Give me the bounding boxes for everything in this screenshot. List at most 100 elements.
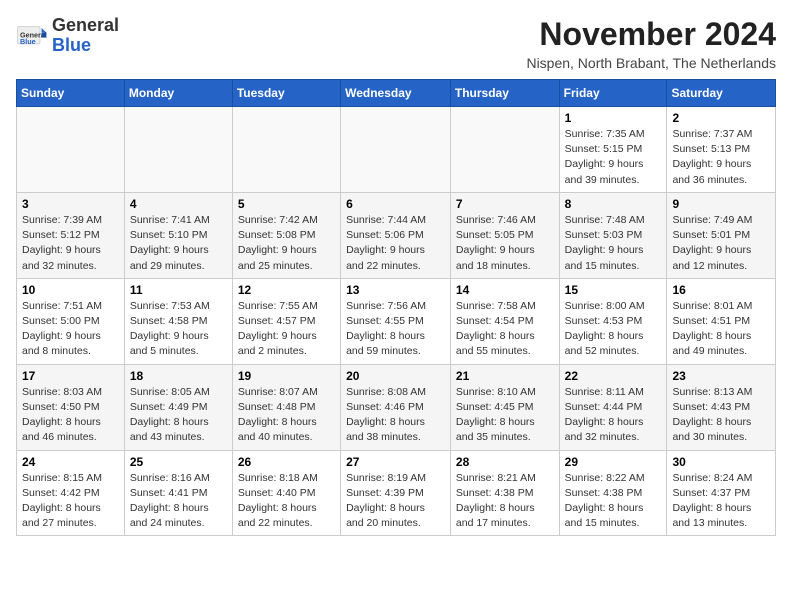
day-info: Sunrise: 7:56 AM Sunset: 4:55 PM Dayligh… — [346, 299, 445, 360]
day-info: Sunrise: 8:07 AM Sunset: 4:48 PM Dayligh… — [238, 385, 335, 446]
svg-text:Blue: Blue — [20, 37, 36, 46]
weekday-header-saturday: Saturday — [667, 80, 776, 107]
week-row-4: 17 Sunrise: 8:03 AM Sunset: 4:50 PM Dayli… — [17, 364, 776, 450]
calendar-cell: 15 Sunrise: 8:00 AM Sunset: 4:53 PM Dayli… — [559, 278, 667, 364]
day-number: 15 — [565, 283, 662, 297]
calendar-cell: 30 Sunrise: 8:24 AM Sunset: 4:37 PM Dayli… — [667, 450, 776, 536]
day-info: Sunrise: 7:55 AM Sunset: 4:57 PM Dayligh… — [238, 299, 335, 360]
day-number: 26 — [238, 455, 335, 469]
day-info: Sunrise: 7:49 AM Sunset: 5:01 PM Dayligh… — [672, 213, 770, 274]
day-number: 23 — [672, 369, 770, 383]
day-number: 1 — [565, 111, 662, 125]
day-number: 3 — [22, 197, 119, 211]
day-number: 24 — [22, 455, 119, 469]
location: Nispen, North Brabant, The Netherlands — [526, 55, 776, 71]
calendar-cell — [17, 107, 125, 193]
calendar-cell: 9 Sunrise: 7:49 AM Sunset: 5:01 PM Daylig… — [667, 192, 776, 278]
calendar-cell: 24 Sunrise: 8:15 AM Sunset: 4:42 PM Dayli… — [17, 450, 125, 536]
calendar-cell: 12 Sunrise: 7:55 AM Sunset: 4:57 PM Dayli… — [232, 278, 340, 364]
day-number: 22 — [565, 369, 662, 383]
day-number: 12 — [238, 283, 335, 297]
calendar-cell: 14Sunrise: 7:58 AM Sunset: 4:54 PM Dayli… — [450, 278, 559, 364]
day-number: 7 — [456, 197, 554, 211]
day-info: Sunrise: 7:42 AM Sunset: 5:08 PM Dayligh… — [238, 213, 335, 274]
calendar-cell: 28 Sunrise: 8:21 AM Sunset: 4:38 PM Dayli… — [450, 450, 559, 536]
logo-general-text: General — [52, 15, 119, 35]
day-info: Sunrise: 8:08 AM Sunset: 4:46 PM Dayligh… — [346, 385, 445, 446]
weekday-header-tuesday: Tuesday — [232, 80, 340, 107]
day-number: 10 — [22, 283, 119, 297]
day-info: Sunrise: 8:00 AM Sunset: 4:53 PM Dayligh… — [565, 299, 662, 360]
day-info: Sunrise: 7:41 AM Sunset: 5:10 PM Dayligh… — [130, 213, 227, 274]
calendar-cell — [450, 107, 559, 193]
day-number: 21 — [456, 369, 554, 383]
calendar-cell: 27 Sunrise: 8:19 AM Sunset: 4:39 PM Dayli… — [341, 450, 451, 536]
logo-text: General Blue — [52, 16, 119, 56]
day-number: 11 — [130, 283, 227, 297]
calendar-cell: 26Sunrise: 8:18 AM Sunset: 4:40 PM Dayli… — [232, 450, 340, 536]
day-info: Sunrise: 8:13 AM Sunset: 4:43 PM Dayligh… — [672, 385, 770, 446]
calendar-cell: 29 Sunrise: 8:22 AM Sunset: 4:38 PM Dayli… — [559, 450, 667, 536]
calendar-cell: 20 Sunrise: 8:08 AM Sunset: 4:46 PM Dayli… — [341, 364, 451, 450]
title-area: November 2024 Nispen, North Brabant, The… — [526, 16, 776, 71]
day-info: Sunrise: 8:03 AM Sunset: 4:50 PM Dayligh… — [22, 385, 119, 446]
calendar-cell: 18 Sunrise: 8:05 AM Sunset: 4:49 PM Dayli… — [124, 364, 232, 450]
day-number: 9 — [672, 197, 770, 211]
day-number: 28 — [456, 455, 554, 469]
day-info: Sunrise: 8:24 AM Sunset: 4:37 PM Dayligh… — [672, 471, 770, 532]
calendar-cell: 10 Sunrise: 7:51 AM Sunset: 5:00 PM Dayli… — [17, 278, 125, 364]
calendar-cell: 7Sunrise: 7:46 AM Sunset: 5:05 PM Daylig… — [450, 192, 559, 278]
calendar-cell — [341, 107, 451, 193]
day-info: Sunrise: 8:10 AM Sunset: 4:45 PM Dayligh… — [456, 385, 554, 446]
day-info: Sunrise: 7:51 AM Sunset: 5:00 PM Dayligh… — [22, 299, 119, 360]
calendar-cell — [124, 107, 232, 193]
day-number: 19 — [238, 369, 335, 383]
day-info: Sunrise: 8:21 AM Sunset: 4:38 PM Dayligh… — [456, 471, 554, 532]
day-info: Sunrise: 7:48 AM Sunset: 5:03 PM Dayligh… — [565, 213, 662, 274]
week-row-2: 3Sunrise: 7:39 AM Sunset: 5:12 PM Daylig… — [17, 192, 776, 278]
weekday-header-wednesday: Wednesday — [341, 80, 451, 107]
day-info: Sunrise: 7:58 AM Sunset: 4:54 PM Dayligh… — [456, 299, 554, 360]
day-number: 2 — [672, 111, 770, 125]
day-number: 13 — [346, 283, 445, 297]
day-info: Sunrise: 7:37 AM Sunset: 5:13 PM Dayligh… — [672, 127, 770, 188]
calendar-table: SundayMondayTuesdayWednesdayThursdayFrid… — [16, 79, 776, 536]
day-number: 30 — [672, 455, 770, 469]
week-row-1: 1 Sunrise: 7:35 AM Sunset: 5:15 PM Daylig… — [17, 107, 776, 193]
day-info: Sunrise: 8:15 AM Sunset: 4:42 PM Dayligh… — [22, 471, 119, 532]
day-number: 20 — [346, 369, 445, 383]
day-info: Sunrise: 7:44 AM Sunset: 5:06 PM Dayligh… — [346, 213, 445, 274]
day-info: Sunrise: 7:35 AM Sunset: 5:15 PM Dayligh… — [565, 127, 662, 188]
calendar-cell: 2 Sunrise: 7:37 AM Sunset: 5:13 PM Daylig… — [667, 107, 776, 193]
calendar-cell: 11 Sunrise: 7:53 AM Sunset: 4:58 PM Dayli… — [124, 278, 232, 364]
week-row-3: 10 Sunrise: 7:51 AM Sunset: 5:00 PM Dayli… — [17, 278, 776, 364]
day-number: 17 — [22, 369, 119, 383]
day-number: 4 — [130, 197, 227, 211]
calendar-cell: 23 Sunrise: 8:13 AM Sunset: 4:43 PM Dayli… — [667, 364, 776, 450]
day-number: 29 — [565, 455, 662, 469]
calendar-cell: 17 Sunrise: 8:03 AM Sunset: 4:50 PM Dayli… — [17, 364, 125, 450]
day-number: 27 — [346, 455, 445, 469]
logo-icon: General Blue — [16, 20, 48, 52]
calendar-cell: 4 Sunrise: 7:41 AM Sunset: 5:10 PM Daylig… — [124, 192, 232, 278]
day-info: Sunrise: 8:11 AM Sunset: 4:44 PM Dayligh… — [565, 385, 662, 446]
calendar-cell: 6Sunrise: 7:44 AM Sunset: 5:06 PM Daylig… — [341, 192, 451, 278]
calendar-cell: 22 Sunrise: 8:11 AM Sunset: 4:44 PM Dayli… — [559, 364, 667, 450]
day-number: 18 — [130, 369, 227, 383]
calendar-cell: 13 Sunrise: 7:56 AM Sunset: 4:55 PM Dayli… — [341, 278, 451, 364]
calendar-cell: 8 Sunrise: 7:48 AM Sunset: 5:03 PM Daylig… — [559, 192, 667, 278]
day-number: 16 — [672, 283, 770, 297]
weekday-header-thursday: Thursday — [450, 80, 559, 107]
day-info: Sunrise: 7:53 AM Sunset: 4:58 PM Dayligh… — [130, 299, 227, 360]
calendar-cell: 25Sunrise: 8:16 AM Sunset: 4:41 PM Dayli… — [124, 450, 232, 536]
day-info: Sunrise: 8:22 AM Sunset: 4:38 PM Dayligh… — [565, 471, 662, 532]
calendar-cell: 16Sunrise: 8:01 AM Sunset: 4:51 PM Dayli… — [667, 278, 776, 364]
weekday-header-friday: Friday — [559, 80, 667, 107]
day-info: Sunrise: 8:05 AM Sunset: 4:49 PM Dayligh… — [130, 385, 227, 446]
weekday-header-row: SundayMondayTuesdayWednesdayThursdayFrid… — [17, 80, 776, 107]
week-row-5: 24 Sunrise: 8:15 AM Sunset: 4:42 PM Dayli… — [17, 450, 776, 536]
day-number: 8 — [565, 197, 662, 211]
day-info: Sunrise: 8:19 AM Sunset: 4:39 PM Dayligh… — [346, 471, 445, 532]
calendar-cell: 3Sunrise: 7:39 AM Sunset: 5:12 PM Daylig… — [17, 192, 125, 278]
logo-blue-text: Blue — [52, 35, 91, 55]
